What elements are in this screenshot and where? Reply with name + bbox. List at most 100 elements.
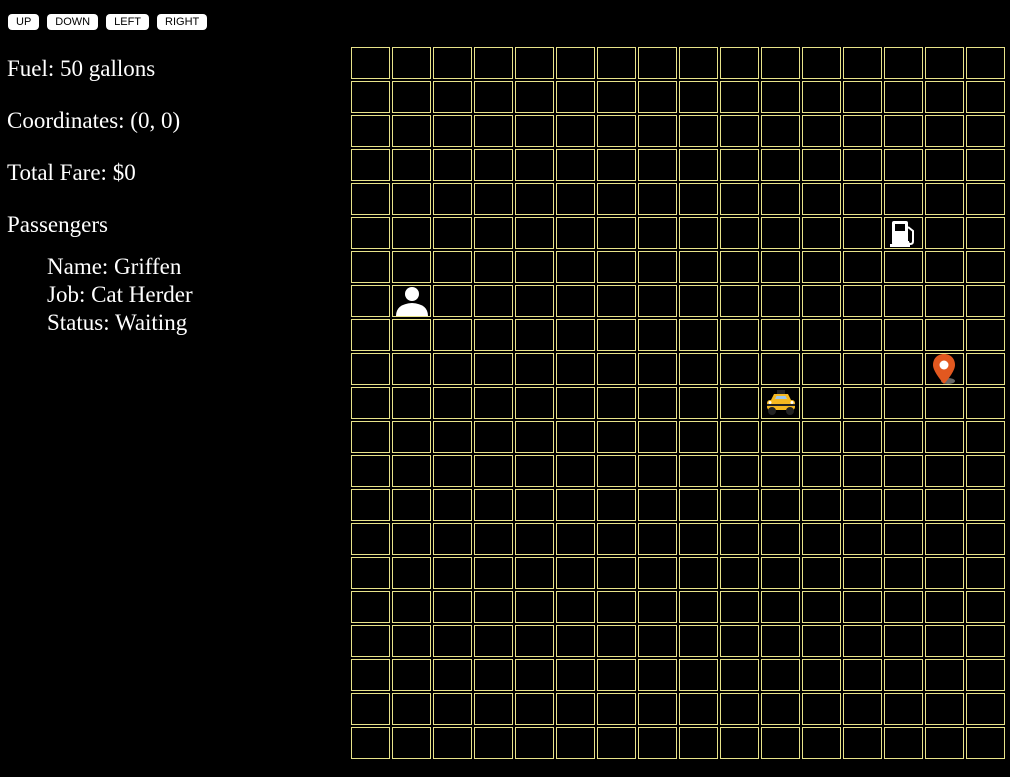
grid-cell — [679, 387, 718, 419]
grid-cell — [597, 183, 636, 215]
grid-cell — [515, 693, 554, 725]
grid-cell — [966, 727, 1005, 759]
grid-cell — [966, 455, 1005, 487]
grid-cell — [802, 353, 841, 385]
grid-cell — [515, 81, 554, 113]
grid-cell — [515, 353, 554, 385]
grid-cell — [638, 489, 677, 521]
grid-cell — [761, 523, 800, 555]
grid-cell — [392, 455, 431, 487]
grid-cell — [679, 625, 718, 657]
grid-cell — [720, 149, 759, 181]
grid-cell — [761, 47, 800, 79]
down-button[interactable]: DOWN — [47, 14, 99, 30]
passenger-status: Status: Waiting — [47, 310, 188, 335]
left-button[interactable]: LEFT — [106, 14, 150, 30]
grid-cell — [802, 251, 841, 283]
grid-cell — [638, 115, 677, 147]
grid-cell — [761, 693, 800, 725]
grid-cell — [638, 523, 677, 555]
grid-cell — [720, 659, 759, 691]
grid-cell — [638, 319, 677, 351]
up-button[interactable]: UP — [8, 14, 40, 30]
grid-cell — [843, 625, 882, 657]
grid-cell — [761, 455, 800, 487]
grid-cell — [515, 251, 554, 283]
grid-cell — [597, 421, 636, 453]
grid-cell — [597, 591, 636, 623]
grid-cell — [761, 353, 800, 385]
grid-cell — [515, 183, 554, 215]
grid-cell — [761, 557, 800, 589]
grid-cell — [679, 557, 718, 589]
grid-cell — [351, 81, 390, 113]
grid-cell — [474, 523, 513, 555]
grid-cell — [515, 659, 554, 691]
grid-cell — [843, 353, 882, 385]
grid-cell — [720, 523, 759, 555]
grid-cell — [843, 149, 882, 181]
city-grid — [350, 46, 1010, 776]
grid-cell — [556, 115, 595, 147]
grid-cell — [351, 47, 390, 79]
grid-cell — [515, 285, 554, 317]
taxi-icon — [764, 388, 798, 418]
grid-cell — [556, 285, 595, 317]
grid-cell — [597, 387, 636, 419]
grid-cell — [474, 455, 513, 487]
direction-controls: UP DOWN LEFT RIGHT — [8, 14, 208, 30]
grid-cell — [515, 149, 554, 181]
grid-cell — [474, 727, 513, 759]
grid-cell — [966, 183, 1005, 215]
grid-cell — [515, 217, 554, 249]
grid-cell — [966, 285, 1005, 317]
grid-cell — [802, 727, 841, 759]
grid-cell — [597, 81, 636, 113]
grid-cell — [597, 625, 636, 657]
grid-cell — [351, 353, 390, 385]
grid-cell — [638, 353, 677, 385]
grid-cell — [392, 319, 431, 351]
grid-cell — [392, 353, 431, 385]
grid-cell — [556, 659, 595, 691]
right-button[interactable]: RIGHT — [157, 14, 208, 30]
grid-cell — [843, 659, 882, 691]
grid-cell — [392, 387, 431, 419]
grid-cell — [884, 319, 923, 351]
grid-cell — [720, 387, 759, 419]
grid-cell — [392, 693, 431, 725]
grid-cell — [720, 115, 759, 147]
grid-cell — [679, 115, 718, 147]
grid-cell — [843, 455, 882, 487]
grid-cell — [679, 455, 718, 487]
grid-cell — [474, 659, 513, 691]
grid-cell — [638, 625, 677, 657]
grid-cell — [474, 81, 513, 113]
grid-cell — [884, 489, 923, 521]
grid-cell — [720, 591, 759, 623]
grid-cell — [925, 557, 964, 589]
grid-cell — [392, 591, 431, 623]
grid-cell — [761, 421, 800, 453]
grid-cell — [679, 659, 718, 691]
grid-cell — [556, 727, 595, 759]
grid-cell — [884, 727, 923, 759]
grid-cell — [351, 183, 390, 215]
grid-cell — [474, 217, 513, 249]
grid-cell — [843, 557, 882, 589]
grid-cell — [966, 353, 1005, 385]
grid-cell — [433, 625, 472, 657]
grid-cell — [351, 727, 390, 759]
grid-cell — [597, 523, 636, 555]
grid-cell — [392, 489, 431, 521]
grid-cell — [679, 421, 718, 453]
passenger-icon — [393, 285, 431, 317]
grid-cell — [392, 251, 431, 283]
grid-cell — [556, 319, 595, 351]
grid-cell — [433, 523, 472, 555]
grid-cell — [720, 557, 759, 589]
grid-cell — [925, 693, 964, 725]
grid-cell — [351, 319, 390, 351]
grid-cell — [474, 353, 513, 385]
grid-cell — [679, 81, 718, 113]
